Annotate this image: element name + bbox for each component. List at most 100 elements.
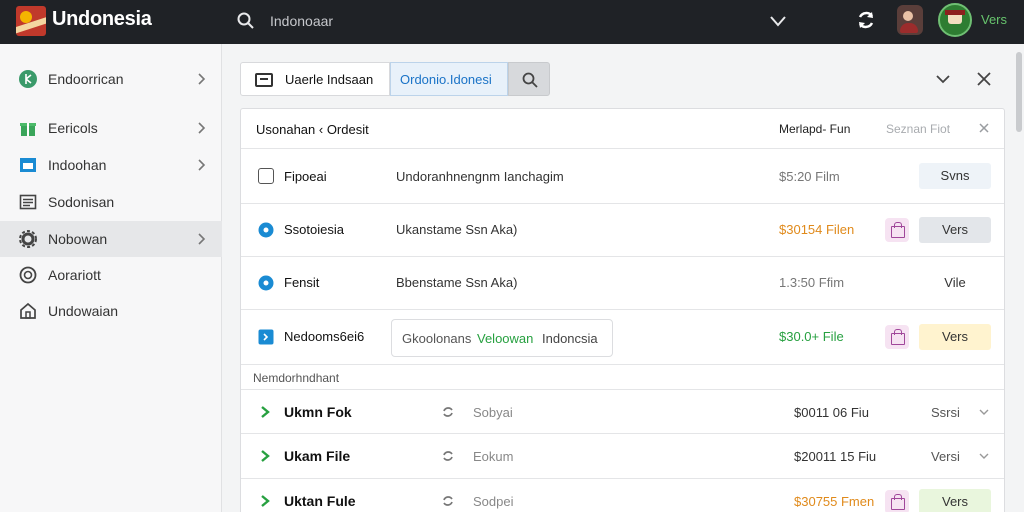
section-label: Nemdorhndhant xyxy=(253,371,340,385)
search-button[interactable] xyxy=(508,62,550,96)
file-type: Sobyai xyxy=(473,405,513,420)
file-row[interactable]: Ukam File Eokum $20011 15 Fiu Versi xyxy=(241,434,1004,479)
sidebar-item-label: Nobowan xyxy=(48,231,108,247)
scrollbar[interactable] xyxy=(1016,52,1022,132)
chevron-down-icon[interactable] xyxy=(977,405,991,419)
file-size: $20011 15 Fiu xyxy=(794,449,877,464)
window-icon xyxy=(20,158,36,172)
sidebar: Endoorrican Eericols Indoohan Sodonisan xyxy=(0,44,222,512)
arrow-right-icon xyxy=(261,495,270,507)
file-name: Uktan Fule xyxy=(284,493,356,509)
chevron-down-icon[interactable] xyxy=(768,11,788,31)
row-description: Bbenstame Ssn Aka) xyxy=(396,275,518,290)
circle-icon xyxy=(19,266,37,284)
file-name: Ukmn Fok xyxy=(284,404,352,420)
gear-icon xyxy=(19,230,37,248)
list-icon xyxy=(19,194,37,210)
top-bar: Undonesia Vers xyxy=(0,0,1024,44)
app-logo[interactable] xyxy=(16,6,46,36)
bag-icon[interactable] xyxy=(885,490,909,512)
file-type: Eokum xyxy=(473,449,514,464)
sidebar-item-label: Endoorrican xyxy=(48,71,124,87)
search-input[interactable] xyxy=(270,10,690,32)
table-row[interactable]: Fipoeai Undoranhnengnm Ianchagim $5:20 F… xyxy=(241,149,1004,204)
file-version-button[interactable]: Vers xyxy=(919,489,991,512)
table-row[interactable]: Ssotoiesia Ukanstame Ssn Aka) $30154 Fil… xyxy=(241,204,1004,257)
search-file-field[interactable]: Seznan Fiot xyxy=(886,122,950,136)
tag-part: Gkoolonans xyxy=(402,331,472,346)
sidebar-item-label: Aorariott xyxy=(48,267,101,283)
user-label[interactable]: Vers xyxy=(981,12,1007,27)
file-size: $30755 Fmen xyxy=(794,494,875,509)
row-name: Fensit xyxy=(284,275,320,290)
app-title: Undonesia xyxy=(52,8,152,30)
sidebar-item-nobowan[interactable]: Nobowan xyxy=(0,221,222,257)
sidebar-item-endoorrican[interactable]: Endoorrican xyxy=(0,61,222,97)
info-icon xyxy=(258,222,274,238)
chevron-right-icon xyxy=(198,159,206,171)
tab-document[interactable]: Uaerle Indsaan xyxy=(240,62,390,96)
row-action-button[interactable]: Vers xyxy=(919,217,991,243)
sidebar-item-label: Undowaian xyxy=(48,303,119,319)
bag-icon[interactable] xyxy=(885,218,909,242)
file-row[interactable]: Ukmn Fok Sobyai $0011 06 Fiu Ssrsi xyxy=(241,389,1004,434)
sidebar-item-indoohan[interactable]: Indoohan xyxy=(0,147,222,183)
people-avatar[interactable] xyxy=(897,5,923,35)
sidebar-item-eericols[interactable]: Eericols xyxy=(0,110,222,146)
globe-icon xyxy=(19,70,37,88)
code-icon xyxy=(258,329,274,345)
row-meta: $5:20 Film xyxy=(779,169,840,184)
row-action-button[interactable]: Svns xyxy=(919,163,991,189)
tab-label: Uaerle Indsaan xyxy=(285,72,374,87)
file-type: Sodpei xyxy=(473,494,514,509)
sidebar-item-sodonisan[interactable]: Sodonisan xyxy=(0,184,222,220)
bag-icon[interactable] xyxy=(885,325,909,349)
file-version: Ssrsi xyxy=(931,405,960,420)
home-icon xyxy=(20,302,36,319)
chevron-down-icon[interactable] xyxy=(977,449,991,463)
tab-link[interactable]: Ordonio.Idonesi xyxy=(390,62,508,96)
info-icon xyxy=(258,275,274,291)
sync-icon xyxy=(443,496,453,506)
close-icon[interactable] xyxy=(975,70,993,88)
sync-icon xyxy=(443,407,453,417)
sidebar-item-undowaian[interactable]: Undowaian xyxy=(0,293,222,329)
row-name: Ssotoiesia xyxy=(284,222,344,237)
user-avatar[interactable] xyxy=(938,3,972,37)
table-row[interactable]: Nedooms6ei6 Gkoolonans Veloowan Indoncsi… xyxy=(241,310,1004,365)
tag-highlight: Veloowan xyxy=(477,331,534,346)
sidebar-item-label: Indoohan xyxy=(48,157,107,173)
file-name: Ukam File xyxy=(284,448,351,464)
tag-part: Indoncsia xyxy=(542,331,598,346)
table-title: Usonahan ‹ Ordesit xyxy=(256,122,369,137)
sort-control[interactable]: Merlapd- Fun xyxy=(779,122,850,136)
close-icon[interactable] xyxy=(977,121,991,135)
chevron-right-icon xyxy=(198,122,206,134)
sidebar-item-aorariott[interactable]: Aorariott xyxy=(0,257,222,293)
row-meta: 1.3:50 Ffim xyxy=(779,275,845,290)
file-version: Versi xyxy=(931,449,960,464)
results-panel: Usonahan ‹ Ordesit Merlapd- Fun Seznan F… xyxy=(240,108,1005,512)
tab-label: Ordonio.Idonesi xyxy=(400,72,492,87)
chevron-right-icon xyxy=(198,233,206,245)
file-size: $0011 06 Fiu xyxy=(794,405,869,420)
inline-tag-box[interactable]: Gkoolonans Veloowan Indoncsia xyxy=(391,319,613,357)
sidebar-item-label: Sodonisan xyxy=(48,194,115,210)
refresh-icon[interactable] xyxy=(855,9,877,31)
row-name: Fipoeai xyxy=(284,169,327,184)
row-name: Nedooms6ei6 xyxy=(284,329,365,344)
row-meta: $30154 Filen xyxy=(779,222,855,237)
chevron-down-icon[interactable] xyxy=(934,70,952,88)
table-row[interactable]: Fensit Bbenstame Ssn Aka) 1.3:50 Ffim Vi… xyxy=(241,257,1004,310)
gift-icon xyxy=(20,123,36,136)
row-checkbox[interactable] xyxy=(258,168,274,184)
row-action-button[interactable]: Vers xyxy=(919,324,991,350)
search-icon xyxy=(237,12,254,29)
sidebar-item-label: Eericols xyxy=(48,120,98,136)
search-icon xyxy=(522,72,538,88)
row-description: Ukanstame Ssn Aka) xyxy=(396,222,518,237)
arrow-right-icon xyxy=(261,406,270,418)
table-header: Usonahan ‹ Ordesit Merlapd- Fun Seznan F… xyxy=(241,109,1004,149)
row-action-button[interactable]: Vile xyxy=(919,270,991,296)
file-row[interactable]: Uktan Fule Sodpei $30755 Fmen Vers xyxy=(241,479,1004,512)
